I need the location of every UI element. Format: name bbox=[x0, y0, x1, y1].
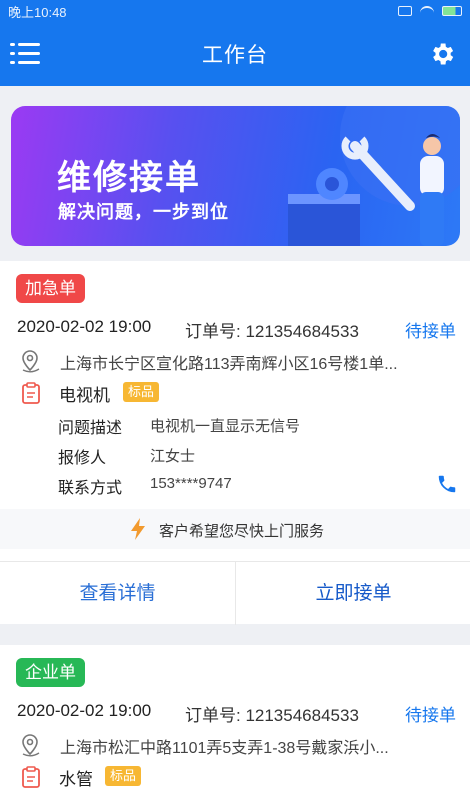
location-pin-icon bbox=[22, 350, 40, 373]
order-status: 待接单 bbox=[405, 706, 456, 725]
order-header: 2020-02-02 19:00 订单号: 121354684533 待接单 bbox=[17, 317, 456, 341]
standard-badge: 标品 bbox=[123, 382, 160, 402]
status-bar: 晚上10:48 bbox=[0, 0, 470, 22]
app-header: 晚上10:48 工作台 bbox=[0, 0, 470, 86]
standard-badge: 标品 bbox=[105, 766, 142, 786]
issue-value: 电视机一直显示无信号 bbox=[150, 418, 301, 435]
order-actions: 查看详情 立即接单 bbox=[0, 561, 470, 625]
accept-order-button[interactable]: 立即接单 bbox=[237, 562, 470, 625]
urgent-tag: 加急单 bbox=[16, 274, 85, 303]
repair-worker-illustration bbox=[288, 106, 460, 246]
address-text: 上海市长宁区宣化路113弄南辉小区16号楼1单... bbox=[60, 356, 398, 373]
order-number: 订单号: 121354684533 bbox=[185, 706, 359, 725]
menu-icon[interactable] bbox=[10, 42, 40, 66]
enterprise-tag: 企业单 bbox=[16, 658, 85, 687]
service-hint: 客户希望您尽快上门服务 bbox=[0, 509, 470, 549]
order-status: 待接单 bbox=[405, 322, 456, 341]
device-name: 电视机 bbox=[59, 386, 110, 405]
order-number: 订单号: 121354684533 bbox=[185, 322, 359, 341]
phone-icon[interactable] bbox=[436, 473, 458, 495]
order-time: 2020-02-02 19:00 bbox=[17, 701, 152, 720]
status-icons bbox=[398, 6, 462, 16]
page-title: 工作台 bbox=[202, 44, 268, 67]
order-address: 上海市松汇中路1101弄5支弄1-38号戴家浜小... bbox=[17, 733, 456, 757]
banner-subtitle: 解决问题，一步到位 bbox=[58, 202, 229, 222]
order-card[interactable]: 加急单 2020-02-02 19:00 订单号: 121354684533 待… bbox=[0, 261, 470, 625]
gear-icon[interactable] bbox=[428, 40, 456, 68]
contact-value: 153****9747 bbox=[150, 475, 232, 492]
reporter-value: 江女士 bbox=[150, 448, 196, 465]
issue-label: 问题描述 bbox=[58, 420, 123, 437]
address-text: 上海市松汇中路1101弄5支弄1-38号戴家浜小... bbox=[60, 740, 389, 757]
navbar: 工作台 bbox=[0, 22, 470, 86]
clipboard-icon bbox=[22, 766, 40, 788]
lightning-icon bbox=[131, 518, 145, 540]
battery-icon bbox=[442, 6, 462, 16]
clipboard-icon bbox=[22, 382, 40, 404]
contact-label: 联系方式 bbox=[58, 480, 123, 497]
order-header: 2020-02-02 19:00 订单号: 121354684533 待接单 bbox=[17, 701, 456, 725]
sim-icon bbox=[398, 6, 412, 16]
order-time: 2020-02-02 19:00 bbox=[17, 317, 152, 336]
wifi-icon bbox=[420, 6, 434, 16]
device-name: 水管 bbox=[59, 770, 93, 789]
repair-banner[interactable]: 维修接单 解决问题，一步到位 bbox=[11, 106, 460, 246]
reporter-label: 报修人 bbox=[58, 450, 107, 467]
view-details-button[interactable]: 查看详情 bbox=[0, 562, 236, 625]
order-address: 上海市长宁区宣化路113弄南辉小区16号楼1单... bbox=[17, 349, 456, 373]
order-card[interactable]: 企业单 2020-02-02 19:00 订单号: 121354684533 待… bbox=[0, 645, 470, 794]
hint-text: 客户希望您尽快上门服务 bbox=[159, 523, 325, 540]
banner-title: 维修接单 bbox=[57, 159, 201, 197]
status-time: 晚上10:48 bbox=[8, 4, 67, 20]
location-pin-icon bbox=[22, 734, 40, 757]
